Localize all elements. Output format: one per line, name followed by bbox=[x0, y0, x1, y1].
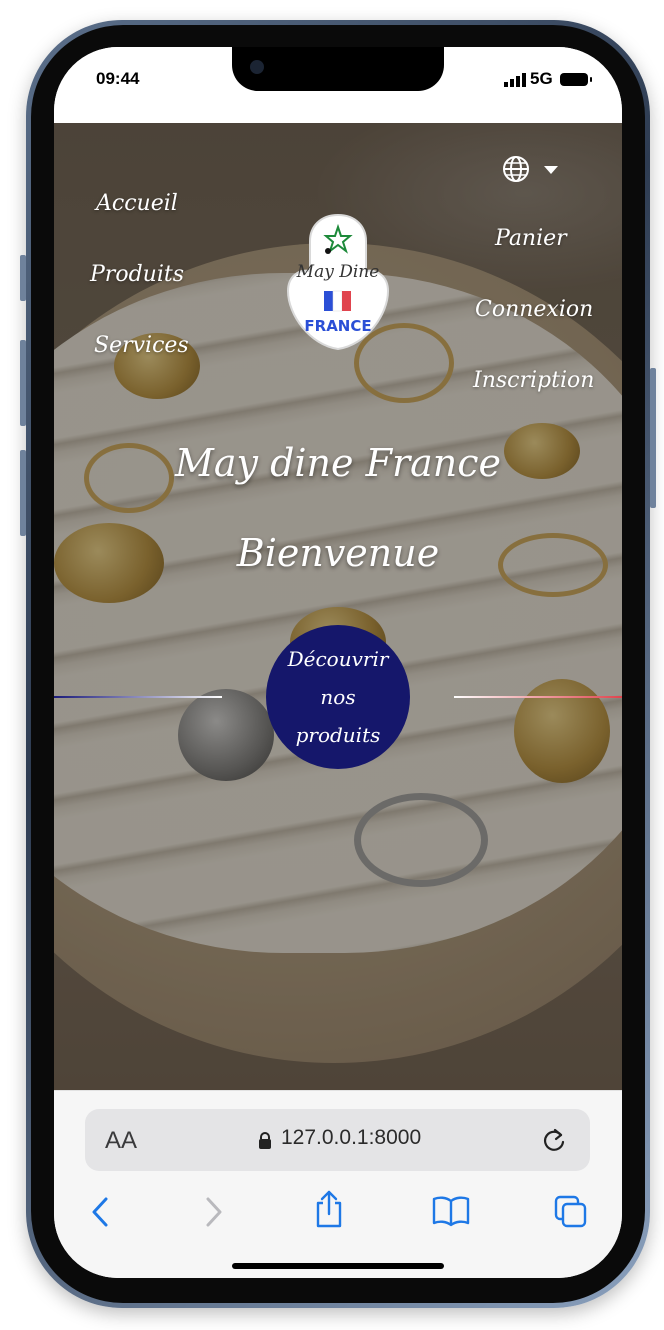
nav-services[interactable]: Services bbox=[94, 333, 189, 358]
power-button bbox=[650, 368, 656, 508]
status-time: 09:44 bbox=[96, 69, 140, 88]
bookmarks-icon[interactable] bbox=[432, 1195, 470, 1227]
logo-text-france: FRANCE bbox=[304, 317, 371, 335]
globe-icon[interactable] bbox=[502, 155, 530, 183]
hero-subtitle: Bienvenue bbox=[236, 531, 440, 575]
volume-up-button bbox=[20, 340, 26, 426]
volume-down-button bbox=[20, 450, 26, 536]
discover-products-label: Découvrir nos produits bbox=[287, 647, 389, 747]
nav-connexion[interactable]: Connexion bbox=[475, 297, 593, 322]
share-icon[interactable] bbox=[313, 1189, 345, 1229]
phone-screen: 09:44 5G Accueil Produits Services Panie… bbox=[54, 47, 622, 1278]
url-text[interactable]: 127.0.0.1:8000 bbox=[281, 1126, 421, 1150]
nav-produits[interactable]: Produits bbox=[90, 262, 184, 287]
text-size-label: AA bbox=[105, 1127, 138, 1154]
chevron-down-icon[interactable] bbox=[544, 166, 558, 174]
forward-icon[interactable] bbox=[202, 1195, 224, 1229]
home-indicator bbox=[232, 1263, 444, 1269]
back-icon[interactable] bbox=[90, 1195, 112, 1229]
lock-icon bbox=[259, 1132, 271, 1149]
mute-switch bbox=[20, 255, 26, 301]
nav-panier[interactable]: Panier bbox=[495, 226, 567, 251]
site-logo[interactable]: May Dine FRANCE bbox=[280, 211, 396, 353]
address-bar[interactable]: AA 127.0.0.1:8000 bbox=[85, 1109, 590, 1171]
tabs-icon[interactable] bbox=[554, 1195, 588, 1229]
network-label: 5G bbox=[530, 69, 553, 88]
hero-title: May dine France bbox=[174, 441, 502, 485]
decorative-line-left bbox=[54, 696, 222, 698]
discover-products-button[interactable]: Découvrir nos produits bbox=[266, 625, 410, 769]
front-camera bbox=[250, 60, 264, 74]
logo-text-may-dine: May Dine bbox=[296, 262, 380, 282]
battery-icon bbox=[560, 73, 592, 86]
reload-icon[interactable] bbox=[539, 1125, 569, 1155]
browser-toolbar: AA 127.0.0.1:8000 bbox=[54, 1090, 622, 1278]
signal-icon bbox=[504, 73, 526, 87]
nav-inscription[interactable]: Inscription bbox=[473, 368, 594, 393]
notch bbox=[232, 47, 444, 91]
hero-section: Accueil Produits Services Panier Connexi… bbox=[54, 123, 622, 1090]
decorative-line-right bbox=[454, 696, 622, 698]
text-size-button[interactable]: AA bbox=[105, 1127, 137, 1155]
nav-accueil[interactable]: Accueil bbox=[96, 191, 178, 216]
